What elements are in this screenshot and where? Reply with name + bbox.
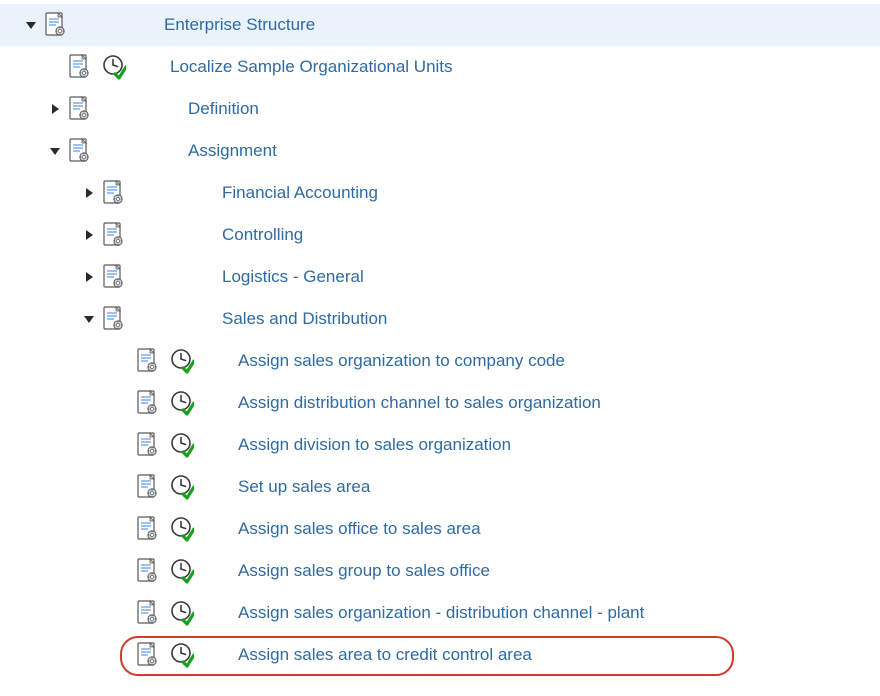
document-icon: [102, 264, 124, 290]
tree-node-sales-and-distribution[interactable]: Sales and Distribution: [0, 298, 880, 340]
execute-icon[interactable]: [170, 559, 194, 583]
tree-node-label: Definition: [188, 99, 259, 119]
execute-icon[interactable]: [170, 349, 194, 373]
document-icon: [68, 54, 90, 80]
tree-node-assign-sales-org-to-company-code[interactable]: Assign sales organization to company cod…: [0, 340, 880, 382]
expander-icon[interactable]: [82, 228, 96, 242]
tree-node-assign-sales-area-to-credit-control-area[interactable]: Assign sales area to credit control area: [0, 634, 880, 676]
tree-node-label: Assign distribution channel to sales org…: [238, 393, 601, 413]
execute-icon[interactable]: [170, 475, 194, 499]
tree-node-localize-sample-org-units[interactable]: Localize Sample Organizational Units: [0, 46, 880, 88]
document-icon: [44, 12, 66, 38]
tree-node-label: Assignment: [188, 141, 277, 161]
document-icon: [68, 96, 90, 122]
expander-icon[interactable]: [82, 270, 96, 284]
tree-node-label: Controlling: [222, 225, 303, 245]
tree-node-enterprise-structure[interactable]: Enterprise Structure: [0, 4, 880, 46]
tree-node-label: Localize Sample Organizational Units: [170, 57, 453, 77]
tree-node-assignment[interactable]: Assignment: [0, 130, 880, 172]
document-icon: [102, 306, 124, 332]
tree-node-assign-sales-org-dist-channel-plant[interactable]: Assign sales organization - distribution…: [0, 592, 880, 634]
tree-node-definition[interactable]: Definition: [0, 88, 880, 130]
tree-node-set-up-sales-area[interactable]: Set up sales area: [0, 466, 880, 508]
tree-node-label: Enterprise Structure: [164, 15, 315, 35]
document-icon: [136, 558, 158, 584]
tree-node-label: Assign division to sales organization: [238, 435, 511, 455]
document-icon: [136, 474, 158, 500]
execute-icon[interactable]: [170, 517, 194, 541]
document-icon: [68, 138, 90, 164]
tree-node-label: Assign sales organization - distribution…: [238, 603, 644, 623]
tree-node-financial-accounting[interactable]: Financial Accounting: [0, 172, 880, 214]
execute-icon[interactable]: [170, 643, 194, 667]
document-icon: [136, 432, 158, 458]
expander-icon[interactable]: [48, 102, 62, 116]
tree-node-label: Financial Accounting: [222, 183, 378, 203]
document-icon: [136, 348, 158, 374]
document-icon: [136, 600, 158, 626]
execute-icon[interactable]: [102, 55, 126, 79]
img-tree: Enterprise Structure Localize Sample Org…: [0, 0, 880, 696]
tree-node-label: Assign sales office to sales area: [238, 519, 481, 539]
document-icon: [136, 390, 158, 416]
document-icon: [136, 516, 158, 542]
execute-icon[interactable]: [170, 391, 194, 415]
tree-node-assign-sales-office-to-sales-area[interactable]: Assign sales office to sales area: [0, 508, 880, 550]
execute-icon[interactable]: [170, 433, 194, 457]
tree-node-label: Logistics - General: [222, 267, 364, 287]
tree-node-logistics-general[interactable]: Logistics - General: [0, 256, 880, 298]
document-icon: [102, 180, 124, 206]
tree-node-label: Assign sales group to sales office: [238, 561, 490, 581]
tree-node-assign-sales-group-to-sales-office[interactable]: Assign sales group to sales office: [0, 550, 880, 592]
tree-node-assign-division-to-sales-org[interactable]: Assign division to sales organization: [0, 424, 880, 466]
tree-node-label: Assign sales organization to company cod…: [238, 351, 565, 371]
execute-icon[interactable]: [170, 601, 194, 625]
tree-node-controlling[interactable]: Controlling: [0, 214, 880, 256]
tree-node-label: Set up sales area: [238, 477, 370, 497]
expander-icon[interactable]: [82, 186, 96, 200]
expander-icon[interactable]: [48, 144, 62, 158]
tree-node-label: Sales and Distribution: [222, 309, 387, 329]
document-icon: [102, 222, 124, 248]
tree-node-assign-dist-channel-to-sales-org[interactable]: Assign distribution channel to sales org…: [0, 382, 880, 424]
expander-icon[interactable]: [82, 312, 96, 326]
document-icon: [136, 642, 158, 668]
tree-node-label: Assign sales area to credit control area: [238, 645, 532, 665]
expander-icon[interactable]: [24, 18, 38, 32]
